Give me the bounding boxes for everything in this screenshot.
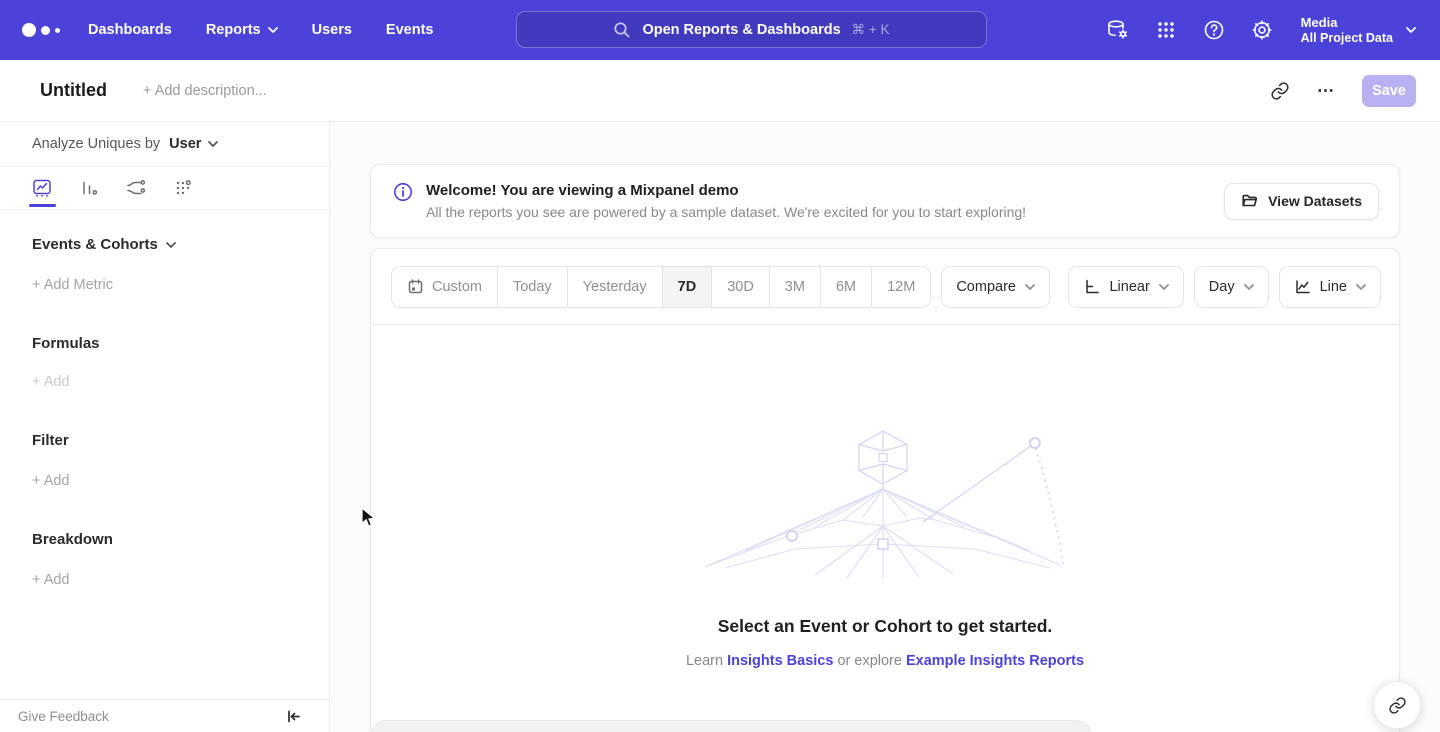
chevron-down-icon: [268, 27, 278, 33]
report-toolbar: Custom Today Yesterday 7D 30D 3M 6M 12M …: [371, 249, 1399, 325]
formulas-section: Formulas: [0, 335, 329, 352]
query-builder-sidebar: Analyze Uniques by User: [0, 122, 330, 732]
primary-nav: Dashboards Reports Users Events: [88, 22, 433, 38]
flows-icon[interactable]: [125, 177, 147, 199]
add-filter-button[interactable]: + Add: [0, 473, 329, 489]
line-chart-icon: [1294, 278, 1311, 295]
apps-grid-icon[interactable]: [1154, 18, 1178, 42]
metrics-icon[interactable]: [172, 177, 194, 199]
search-shortcut: ⌘ + K: [852, 22, 890, 38]
date-range-custom[interactable]: Custom: [392, 267, 497, 307]
insights-basics-link[interactable]: Insights Basics: [727, 653, 833, 669]
search-label: Open Reports & Dashboards: [642, 22, 840, 38]
filter-section: Filter: [0, 432, 329, 449]
demo-welcome-banner: Welcome! You are viewing a Mixpanel demo…: [370, 164, 1400, 238]
search-icon: [613, 21, 631, 39]
date-range-12m[interactable]: 12M: [871, 267, 930, 307]
more-options-button[interactable]: ⋯: [1317, 81, 1335, 101]
banner-title: Welcome! You are viewing a Mixpanel demo: [426, 180, 1026, 201]
global-search[interactable]: Open Reports & Dashboards ⌘ + K: [516, 11, 987, 48]
add-breakdown-button[interactable]: + Add: [0, 572, 329, 588]
chevron-down-icon: [1244, 284, 1254, 290]
banner-subtitle: All the reports you see are powered by a…: [426, 202, 1026, 223]
interval-dropdown[interactable]: Day: [1194, 266, 1269, 308]
active-tab-underline: [29, 204, 56, 208]
nav-right: Media All Project Data: [1082, 15, 1440, 46]
linear-axis-icon: [1083, 278, 1100, 295]
analyze-by-dropdown[interactable]: User: [169, 136, 218, 152]
chart-type-dropdown[interactable]: Line: [1279, 266, 1381, 308]
bar-chart-icon[interactable]: [78, 177, 100, 199]
date-range-3m[interactable]: 3M: [769, 267, 820, 307]
chevron-down-icon: [1356, 284, 1366, 290]
date-range-today[interactable]: Today: [497, 267, 567, 307]
date-range-7d[interactable]: 7D: [662, 267, 712, 307]
example-insights-reports-link[interactable]: Example Insights Reports: [906, 653, 1084, 669]
date-range-6m[interactable]: 6M: [820, 267, 871, 307]
add-description[interactable]: + Add description...: [143, 83, 267, 99]
chart-type-tabs: [0, 166, 329, 210]
compare-dropdown[interactable]: Compare: [941, 266, 1050, 308]
date-range-selector: Custom Today Yesterday 7D 30D 3M 6M 12M: [391, 266, 931, 308]
chevron-down-icon: [1159, 284, 1169, 290]
data-management-icon[interactable]: [1106, 18, 1130, 42]
collapse-sidebar-icon[interactable]: [286, 709, 301, 724]
info-icon: [393, 182, 413, 202]
mixpanel-logo[interactable]: [22, 23, 62, 37]
nav-item-reports[interactable]: Reports: [206, 22, 278, 38]
project-switcher[interactable]: Media All Project Data: [1301, 15, 1416, 46]
add-metric-button[interactable]: + Add Metric: [0, 277, 329, 293]
calendar-icon: [407, 278, 424, 295]
empty-state-links: Learn Insights Basics or explore Example…: [371, 653, 1399, 669]
link-icon: [1388, 696, 1407, 715]
main-content: Welcome! You are viewing a Mixpanel demo…: [330, 122, 1440, 732]
add-formula-button[interactable]: + Add: [0, 374, 329, 390]
analyze-label: Analyze Uniques by: [32, 136, 160, 152]
project-scope: All Project Data: [1301, 31, 1393, 46]
insights-line-icon[interactable]: [31, 177, 53, 199]
view-datasets-button[interactable]: View Datasets: [1224, 183, 1379, 220]
top-nav: Dashboards Reports Users Events Open Rep…: [0, 0, 1440, 60]
chevron-down-icon: [208, 141, 218, 147]
report-header: Untitled + Add description... ⋯ Save: [0, 60, 1440, 122]
chevron-down-icon: [166, 242, 176, 248]
project-name: Media: [1301, 15, 1393, 31]
chevron-down-icon: [1025, 284, 1035, 290]
nav-item-users[interactable]: Users: [312, 22, 352, 38]
empty-state-title: Select an Event or Cohort to get started…: [371, 616, 1399, 637]
copy-link-icon[interactable]: [1270, 81, 1290, 101]
wireframe-kite-illustration: [695, 425, 1075, 580]
nav-item-dashboards[interactable]: Dashboards: [88, 22, 172, 38]
scale-dropdown[interactable]: Linear: [1068, 266, 1183, 308]
save-button[interactable]: Save: [1362, 75, 1416, 107]
chevron-down-icon: [1406, 27, 1416, 33]
folder-icon: [1241, 192, 1259, 210]
help-icon[interactable]: [1202, 18, 1226, 42]
share-link-fab[interactable]: [1373, 681, 1421, 729]
breakdown-section: Breakdown: [0, 531, 329, 548]
sidebar-footer: Give Feedback: [0, 699, 329, 732]
events-cohorts-section[interactable]: Events & Cohorts: [0, 236, 329, 253]
analyze-uniques-row: Analyze Uniques by User: [0, 122, 329, 166]
insights-report-card: Custom Today Yesterday 7D 30D 3M 6M 12M …: [370, 248, 1400, 732]
report-title[interactable]: Untitled: [40, 80, 107, 101]
breakdown-panel-edge: [370, 720, 1092, 732]
empty-state: Select an Event or Cohort to get started…: [371, 325, 1399, 669]
nav-item-events[interactable]: Events: [386, 22, 434, 38]
date-range-30d[interactable]: 30D: [711, 267, 769, 307]
give-feedback-link[interactable]: Give Feedback: [18, 709, 109, 724]
date-range-yesterday[interactable]: Yesterday: [567, 267, 662, 307]
settings-gear-icon[interactable]: [1250, 18, 1274, 42]
